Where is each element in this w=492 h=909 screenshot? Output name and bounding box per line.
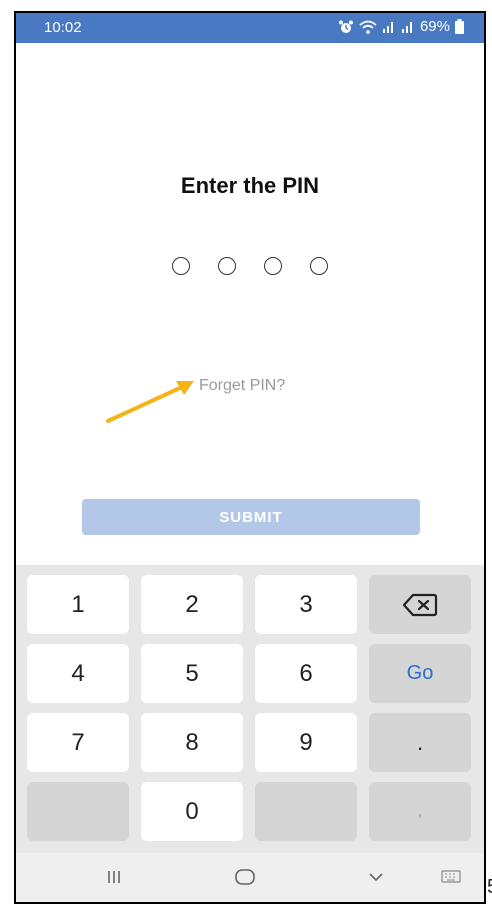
go-key[interactable]: Go xyxy=(369,644,471,703)
navigation-bar xyxy=(16,853,484,902)
backspace-key[interactable] xyxy=(369,575,471,634)
page-title: Enter the PIN xyxy=(180,173,320,198)
submit-button[interactable]: SUBMIT xyxy=(82,499,420,535)
key-0[interactable]: 0 xyxy=(141,782,243,841)
home-icon xyxy=(235,869,255,885)
key-3[interactable]: 3 xyxy=(255,575,357,634)
keyboard-toggle-button[interactable] xyxy=(440,867,462,885)
status-icons: 69% xyxy=(338,18,464,35)
status-time: 10:02 xyxy=(44,19,82,36)
pin-dot xyxy=(218,257,236,275)
page-number: 5 xyxy=(487,876,492,899)
comma-key[interactable]: , xyxy=(369,782,471,841)
wifi-icon xyxy=(359,20,377,34)
key-1[interactable]: 1 xyxy=(27,575,129,634)
battery-icon xyxy=(455,19,464,34)
forget-pin-link[interactable]: Forget PIN? xyxy=(199,377,285,395)
key-7[interactable]: 7 xyxy=(27,713,129,772)
key-5[interactable]: 5 xyxy=(141,644,243,703)
arrow-annotation-icon xyxy=(106,381,194,423)
recent-apps-icon xyxy=(108,871,120,883)
key-8[interactable]: 8 xyxy=(141,713,243,772)
back-button[interactable] xyxy=(366,867,386,887)
key-9[interactable]: 9 xyxy=(255,713,357,772)
key-4[interactable]: 4 xyxy=(27,644,129,703)
pin-indicator xyxy=(16,257,484,275)
battery-level: 69% xyxy=(419,18,450,35)
pin-dot xyxy=(264,257,282,275)
signal-icon xyxy=(401,21,412,33)
phone-screen: 10:02 69% Enter the PIN Forget PIN? SUBM… xyxy=(14,11,486,904)
back-icon xyxy=(369,873,383,882)
pin-dot xyxy=(172,257,190,275)
backspace-icon xyxy=(402,593,438,616)
period-key[interactable]: . xyxy=(369,713,471,772)
numeric-keyboard: 1 2 3 4 5 6 Go 7 8 9 . 0 , xyxy=(16,565,484,853)
home-button[interactable] xyxy=(234,867,256,887)
blank-key xyxy=(255,782,357,841)
recent-apps-button[interactable] xyxy=(104,867,124,887)
key-6[interactable]: 6 xyxy=(255,644,357,703)
alarm-icon xyxy=(338,20,353,33)
status-bar: 10:02 69% xyxy=(16,13,484,43)
pin-dot xyxy=(310,257,328,275)
keyboard-toggle-icon xyxy=(441,870,461,883)
blank-key xyxy=(27,782,129,841)
signal-icon xyxy=(382,21,393,33)
key-2[interactable]: 2 xyxy=(141,575,243,634)
